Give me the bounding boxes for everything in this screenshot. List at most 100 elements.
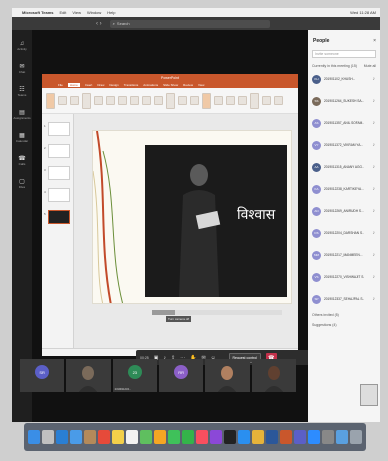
slide-thumbnail[interactable]: 3 xyxy=(44,166,70,180)
slide-thumbnail[interactable]: 5 xyxy=(44,210,70,224)
slide-thumbnail[interactable]: 1 xyxy=(44,122,70,136)
ribbon-tool-icon[interactable] xyxy=(226,96,235,105)
tv-icon[interactable] xyxy=(224,430,236,444)
appstore-icon[interactable] xyxy=(238,430,250,444)
menu-view[interactable]: View xyxy=(72,10,81,15)
ribbon-tool-icon[interactable] xyxy=(262,96,271,105)
participant-row[interactable]: KA 2019012238_KARTIKEYA... ♪ xyxy=(308,178,380,200)
contacts-icon[interactable] xyxy=(84,430,96,444)
suggestions[interactable]: Suggestions (4) xyxy=(308,317,380,327)
participant-row[interactable]: AS 2019011357_ANIL SOFAM... ♪ xyxy=(308,112,380,134)
chrome-icon[interactable] xyxy=(252,430,264,444)
ppt-tab-transitions[interactable]: Transitions xyxy=(124,83,139,87)
safari-icon[interactable] xyxy=(56,430,68,444)
participant-tile[interactable] xyxy=(251,359,296,392)
facetime-icon[interactable] xyxy=(182,430,194,444)
participant-tile[interactable] xyxy=(66,359,111,392)
ppt-tab-view[interactable]: View xyxy=(198,83,204,87)
maps-icon[interactable] xyxy=(140,430,152,444)
ribbon-tool-icon[interactable] xyxy=(154,96,163,105)
launchpad-icon[interactable] xyxy=(42,430,54,444)
rail-item-calendar[interactable]: ▦ Calendar xyxy=(16,132,28,143)
ribbon-tool-icon[interactable] xyxy=(106,96,115,105)
ribbon-tool-icon[interactable] xyxy=(58,96,67,105)
participant-row[interactable]: KH 201901102_KHUSH... ♪ xyxy=(308,68,380,90)
ribbon-tool-icon[interactable] xyxy=(46,92,55,109)
participant-row[interactable]: DS 2019012204_DARSHAN S... ♪ xyxy=(308,222,380,244)
ribbon-tool-icon[interactable] xyxy=(190,96,199,105)
ribbon-tool-icon[interactable] xyxy=(70,96,79,105)
ribbon-tool-icon[interactable] xyxy=(142,96,151,105)
participant-row[interactable]: AA 2019011315_ANANY AGG... ♪ xyxy=(308,156,380,178)
participant-name: 2019011372_VIKRAM YA... xyxy=(324,143,363,147)
back-forward-icon[interactable]: ‹ › xyxy=(96,21,102,27)
powerpoint-icon[interactable] xyxy=(280,430,292,444)
ribbon-tool-icon[interactable] xyxy=(82,92,91,109)
mail-icon[interactable] xyxy=(70,430,82,444)
reminders-icon[interactable] xyxy=(126,430,138,444)
rail-item-activity[interactable]: ♫ Activity xyxy=(17,40,27,52)
photos-icon[interactable] xyxy=(154,430,166,444)
participant-row[interactable]: MM 2019012217_MANMEEN... ♪ xyxy=(308,244,380,266)
zoom-icon[interactable] xyxy=(308,430,320,444)
preferences-icon[interactable] xyxy=(322,430,334,444)
ribbon-tool-icon[interactable] xyxy=(274,96,283,105)
ribbon-tool-icon[interactable] xyxy=(250,92,259,109)
trash-icon[interactable] xyxy=(350,430,362,444)
avatar-initials: VY xyxy=(314,143,319,147)
video-scrubber[interactable] xyxy=(152,310,282,315)
ppt-tab-slide-show[interactable]: Slide Show xyxy=(163,83,178,87)
participant-tile[interactable] xyxy=(205,359,250,392)
ribbon-tool-icon[interactable] xyxy=(130,96,139,105)
word-icon[interactable] xyxy=(266,430,278,444)
participant-row[interactable]: SS 2019011264_SUKESH SA... ♪ xyxy=(308,90,380,112)
rail-item-files[interactable]: ▢ Files xyxy=(19,178,26,189)
ribbon-tool-icon[interactable] xyxy=(238,96,247,105)
ppt-tab-review[interactable]: Review xyxy=(183,83,193,87)
participant-tile[interactable]: SR xyxy=(20,359,65,392)
menu-edit[interactable]: Edit xyxy=(60,10,67,15)
slide-thumbnail[interactable]: 2 xyxy=(44,144,70,158)
notes-icon[interactable] xyxy=(112,430,124,444)
ppt-tab-animations[interactable]: Animations xyxy=(143,83,158,87)
ppt-tab-home[interactable]: Home xyxy=(67,83,80,87)
rail-item-calls[interactable]: ☎ Calls xyxy=(18,155,25,166)
participant-row[interactable]: SP 2019012337_SEHAJPAL S... ♪ xyxy=(308,288,380,310)
ribbon-tool-icon[interactable] xyxy=(118,96,127,105)
ppt-tab-file[interactable]: File xyxy=(58,83,63,87)
self-view-video[interactable] xyxy=(360,384,378,406)
teams-app-icon[interactable] xyxy=(294,430,306,444)
rail-item-assignments[interactable]: ▤ Assignments xyxy=(13,109,30,120)
avatar-initials: KH xyxy=(314,77,319,81)
participant-video xyxy=(218,366,237,392)
ribbon-tool-icon[interactable] xyxy=(178,96,187,105)
ppt-tab-insert[interactable]: Insert xyxy=(85,83,93,87)
rail-item-teams[interactable]: ☷ Teams xyxy=(18,86,27,97)
ribbon-tool-icon[interactable] xyxy=(214,96,223,105)
music-icon[interactable] xyxy=(196,430,208,444)
rail-item-chat[interactable]: ✉ Chat xyxy=(19,63,26,74)
search-input[interactable]: ⌕ Search xyxy=(109,19,270,28)
messages-icon[interactable] xyxy=(168,430,180,444)
finder-icon[interactable] xyxy=(28,430,40,444)
participant-row[interactable]: VS 2019012270_VISHWAJIT S... ♪ xyxy=(308,266,380,288)
calendar-icon[interactable] xyxy=(98,430,110,444)
invite-input[interactable]: Invite someone xyxy=(312,50,376,58)
ribbon-tool-icon[interactable] xyxy=(166,92,175,109)
menu-app-name[interactable]: Microsoft Teams xyxy=(22,10,54,15)
ppt-tab-draw[interactable]: Draw xyxy=(97,83,104,87)
ribbon-tool-icon[interactable] xyxy=(202,92,211,109)
ppt-tab-design[interactable]: Design xyxy=(109,83,118,87)
participant-tile[interactable]: 23 2319011234... xyxy=(112,359,157,392)
podcasts-icon[interactable] xyxy=(210,430,222,444)
others-invited[interactable]: Others invited (5) xyxy=(308,310,380,317)
menu-help[interactable]: Help xyxy=(107,10,115,15)
ribbon-tool-icon[interactable] xyxy=(94,96,103,105)
menu-window[interactable]: Window xyxy=(87,10,101,15)
participant-row[interactable]: VY 2019011372_VIKRAM YA... ♪ xyxy=(308,134,380,156)
slide-thumbnail[interactable]: 4 xyxy=(44,188,70,202)
close-icon[interactable]: × xyxy=(373,38,376,44)
help-icon[interactable] xyxy=(336,430,348,444)
participant-tile[interactable]: RR xyxy=(158,359,204,392)
participant-row[interactable]: AN 2019012269_ANIRUDH S... ♪ xyxy=(308,200,380,222)
